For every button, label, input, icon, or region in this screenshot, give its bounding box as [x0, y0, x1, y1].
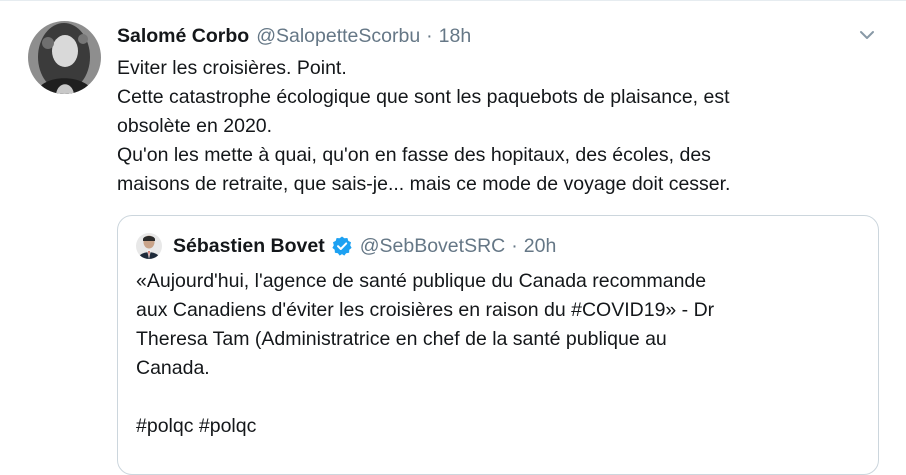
- tweet-header: Salomé Corbo @SalopetteScorbu · 18h: [117, 23, 471, 49]
- quoted-tweet-timestamp[interactable]: 20h: [524, 235, 557, 258]
- separator-dot: ·: [511, 234, 518, 257]
- tweet-text-line: Qu'on les mette à quai, qu'on en fasse d…: [117, 144, 711, 166]
- author-name[interactable]: Salomé Corbo: [117, 23, 249, 49]
- tweet-text-line: Eviter les croisières. Point.: [117, 57, 347, 79]
- verified-badge-icon: [331, 235, 353, 257]
- separator-dot: ·: [426, 25, 433, 47]
- quoted-author-avatar[interactable]: [136, 233, 162, 259]
- chevron-down-icon[interactable]: [857, 25, 877, 45]
- tweet-timestamp[interactable]: 18h: [439, 23, 472, 49]
- author-avatar[interactable]: [28, 21, 101, 94]
- quoted-author-handle[interactable]: @SebBovetSRC: [360, 235, 506, 258]
- quoted-avatar-photo: [136, 233, 162, 259]
- quoted-tweet-text: «Aujourd'hui, l'agence de santé publique…: [136, 267, 866, 441]
- quoted-tweet-header: Sébastien Bovet @SebBovetSRC · 20h: [173, 232, 556, 260]
- tweet-text-line: Cette catastrophe écologique que sont le…: [117, 86, 730, 108]
- quoted-text-line: aux Canadiens d'éviter les croisières en…: [136, 299, 715, 321]
- quoted-text-line: Canada.: [136, 357, 210, 379]
- avatar-photo: [28, 21, 101, 94]
- tweet-text: Eviter les croisières. Point. Cette cata…: [117, 54, 892, 199]
- quoted-text-line: «Aujourd'hui, l'agence de santé publique…: [136, 270, 707, 292]
- tweet-text-line: maisons de retraite, que sais-je... mais…: [117, 173, 731, 195]
- quoted-author-name[interactable]: Sébastien Bovet: [173, 235, 325, 258]
- author-handle[interactable]: @SalopetteScorbu: [256, 23, 420, 49]
- quoted-tweet[interactable]: Sébastien Bovet @SebBovetSRC · 20h «Aujo…: [117, 215, 879, 475]
- tweet-text-line: obsolète en 2020.: [117, 115, 273, 137]
- quoted-text-line: Theresa Tam (Administratrice en chef de …: [136, 328, 667, 350]
- hashtags-line[interactable]: #polqc #polqc: [136, 412, 866, 441]
- tweet[interactable]: Salomé Corbo @SalopetteScorbu · 18h Evit…: [0, 0, 906, 475]
